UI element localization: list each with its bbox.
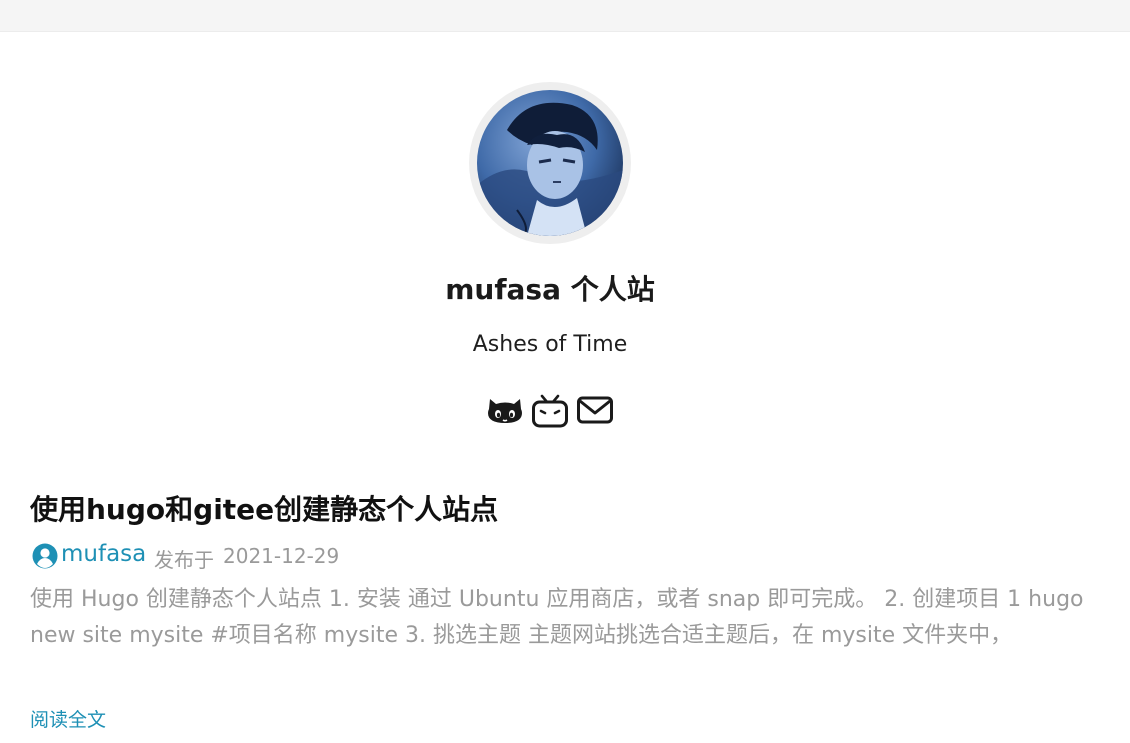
published-label: 发布于 — [154, 548, 214, 572]
avatar-frame — [469, 82, 631, 244]
site-title[interactable]: mufasa 个人站 — [0, 268, 1100, 308]
user-circle-icon — [32, 543, 58, 569]
email-link[interactable] — [576, 393, 614, 429]
post-title[interactable]: 使用hugo和gitee创建静态个人站点 — [30, 488, 498, 528]
publish-date: 2021-12-29 — [223, 544, 340, 568]
post-summary: 使用 Hugo 创建静态个人站点 1. 安装 通过 Ubuntu 应用商店，或者… — [30, 587, 1084, 648]
author-link[interactable]: mufasa — [61, 541, 146, 567]
github-link[interactable] — [486, 393, 524, 429]
site-subtitle: Ashes of Time — [472, 332, 628, 357]
github-icon — [488, 399, 522, 423]
email-icon — [577, 396, 613, 424]
read-more-link[interactable]: 阅读全文 — [30, 705, 106, 732]
social-links — [486, 393, 616, 429]
top-navigation-bar — [0, 0, 1130, 32]
avatar[interactable] — [477, 90, 623, 236]
bilibili-link[interactable] — [531, 393, 569, 429]
bilibili-icon — [532, 394, 568, 428]
